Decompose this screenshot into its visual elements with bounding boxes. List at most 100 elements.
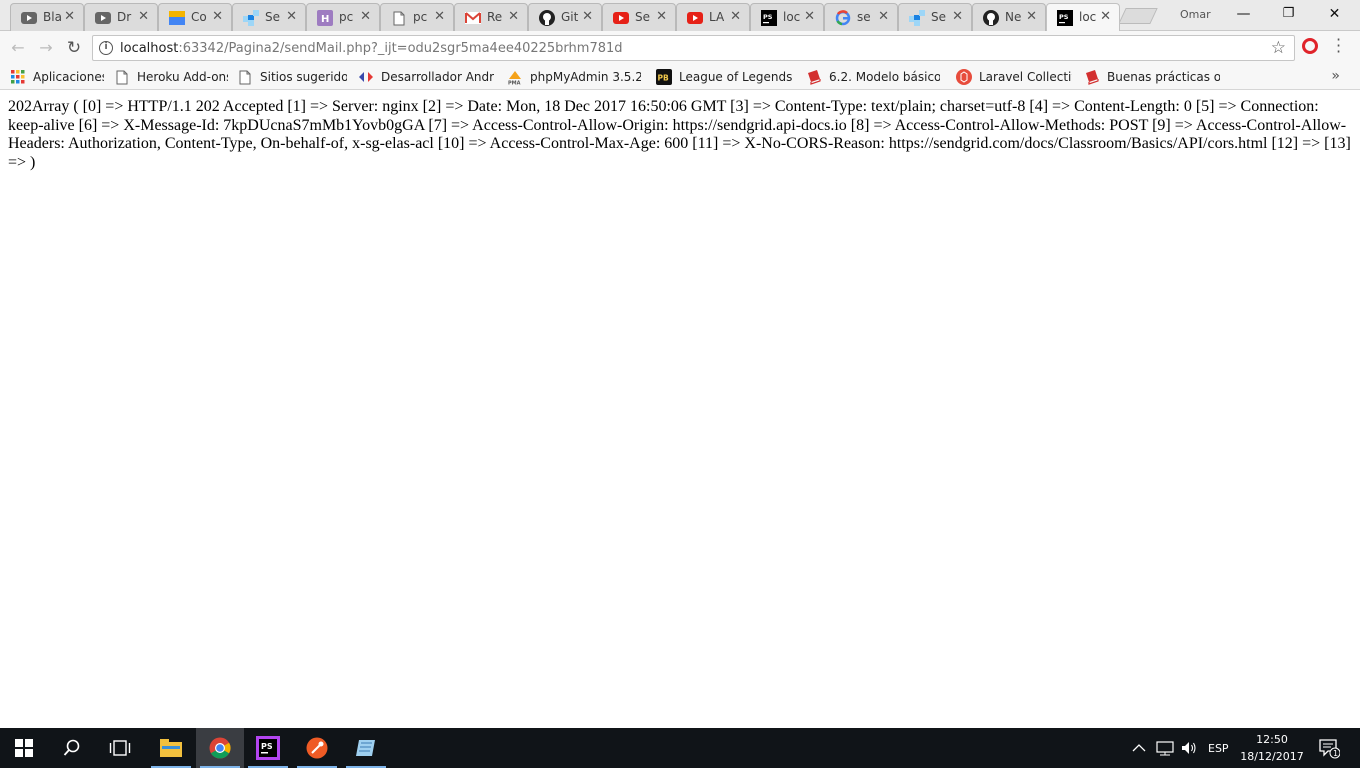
notification-count: 1	[1333, 749, 1338, 758]
action-center-icon[interactable]: 1	[1318, 728, 1340, 768]
youtube-icon	[613, 10, 629, 26]
tab-11[interactable]: se ✕	[824, 3, 898, 31]
phpstorm-icon: PS	[1057, 10, 1073, 26]
info-icon[interactable]: i	[99, 41, 113, 55]
android-dev-icon	[358, 69, 374, 85]
tab-close-icon[interactable]: ✕	[64, 9, 75, 24]
sendgrid-icon	[243, 10, 259, 26]
input-language[interactable]: ESP	[1208, 728, 1229, 768]
tab-12[interactable]: Se ✕	[898, 3, 972, 31]
tab-label: Bla	[43, 10, 62, 24]
tab-14[interactable]: PS loc ✕	[1046, 3, 1120, 31]
tab-9[interactable]: LA ✕	[676, 3, 750, 31]
page-icon	[237, 69, 253, 85]
phpstorm-icon[interactable]: PS	[244, 728, 292, 768]
bookmark-item[interactable]: Laravel Collective	[956, 68, 1072, 86]
tab-4[interactable]: Hpc ✕	[306, 3, 380, 31]
volume-icon[interactable]	[1180, 728, 1198, 768]
tab-close-icon[interactable]: ✕	[508, 9, 519, 24]
tab-close-icon[interactable]: ✕	[286, 9, 297, 24]
tab-1[interactable]: Dr ✕	[84, 3, 158, 31]
tab-close-icon[interactable]: ✕	[138, 9, 149, 24]
chrome-icon[interactable]	[196, 728, 244, 768]
file-explorer-icon[interactable]	[147, 728, 195, 768]
tab-close-icon[interactable]: ✕	[212, 9, 223, 24]
system-clock[interactable]: 12:50 18/12/2017	[1236, 731, 1308, 765]
tab-close-icon[interactable]: ✕	[952, 9, 963, 24]
forward-arrow-icon[interactable]: →	[34, 37, 58, 59]
tab-close-icon[interactable]: ✕	[434, 9, 445, 24]
tab-label: Se	[635, 10, 650, 24]
bookmark-label: 6.2. Modelo básico de	[829, 70, 940, 84]
tab-label: pc	[413, 10, 428, 24]
tab-close-icon[interactable]: ✕	[582, 9, 593, 24]
close-window-button[interactable]: ✕	[1312, 4, 1357, 26]
opera-extension-icon[interactable]	[1302, 38, 1318, 54]
show-hidden-icons-icon[interactable]	[1132, 728, 1146, 768]
phpstorm-icon: PS	[761, 10, 777, 26]
tab-3[interactable]: Se ✕	[232, 3, 306, 31]
svg-text:PS: PS	[763, 13, 773, 21]
back-arrow-icon[interactable]: ←	[6, 37, 30, 59]
tab-5[interactable]: pc ✕	[380, 3, 454, 31]
github-icon	[539, 10, 555, 26]
network-icon[interactable]	[1156, 728, 1174, 768]
bookmark-label: League of Legends C	[679, 70, 792, 84]
tab-close-icon[interactable]: ✕	[1026, 9, 1037, 24]
windows-start-icon[interactable]	[0, 728, 48, 768]
url-path: :63342/Pagina2/sendMail.php?_ijt=odu2sgr…	[178, 41, 623, 56]
bookmark-item[interactable]: 6.2. Modelo básico de	[806, 68, 940, 86]
tab-13[interactable]: Ne ✕	[972, 3, 1046, 31]
bookmark-item[interactable]: Sitios sugeridos	[237, 68, 347, 86]
probuilds-icon: PB	[656, 69, 672, 85]
youtube-icon	[687, 10, 703, 26]
notepad-app-icon[interactable]	[342, 728, 390, 768]
reload-icon[interactable]: ↻	[62, 37, 86, 59]
github-icon	[983, 10, 999, 26]
tab-7[interactable]: Git ✕	[528, 3, 602, 31]
bookmark-label: Sitios sugeridos	[260, 70, 347, 84]
search-icon[interactable]	[48, 728, 96, 768]
page-icon	[391, 10, 407, 26]
bookmark-star-icon[interactable]: ☆	[1271, 38, 1286, 58]
bookmark-label: Desarrollador Android	[381, 70, 494, 84]
tab-close-icon[interactable]: ✕	[656, 9, 667, 24]
svg-text:PB: PB	[658, 74, 669, 83]
tab-label: Se	[265, 10, 280, 24]
task-view-icon[interactable]	[96, 728, 144, 768]
bookmark-item[interactable]: PMA phpMyAdmin 3.5.2.2	[507, 68, 641, 86]
minimize-button[interactable]: —	[1221, 4, 1266, 26]
tab-8[interactable]: Se ✕	[602, 3, 676, 31]
bookmark-item[interactable]: Aplicaciones	[10, 68, 104, 86]
tab-label: loc	[1079, 10, 1097, 24]
bookmark-item[interactable]: Buenas prácticas ofici	[1084, 68, 1220, 86]
tab-6[interactable]: Re ✕	[454, 3, 528, 31]
maximize-button[interactable]: ❐	[1266, 4, 1311, 26]
bookmark-item[interactable]: Desarrollador Android	[358, 68, 494, 86]
profile-name[interactable]: Omar	[1180, 8, 1211, 21]
tab-2[interactable]: Co ✕	[158, 3, 232, 31]
bookmark-label: Aplicaciones	[33, 70, 104, 84]
bookmark-item[interactable]: Heroku Add-ons	[114, 68, 228, 86]
tab-close-icon[interactable]: ✕	[804, 9, 815, 24]
bookmark-item[interactable]: PB League of Legends C	[656, 68, 792, 86]
tab-0[interactable]: Bla ✕	[10, 3, 84, 31]
address-bar[interactable]: i localhost:63342/Pagina2/sendMail.php?_…	[92, 35, 1295, 61]
book-icon	[806, 69, 822, 85]
gmail-icon	[465, 10, 481, 26]
tab-label: Dr	[117, 10, 132, 24]
heroku-icon: H	[317, 10, 333, 26]
bookmarks-overflow-icon[interactable]: »	[1331, 68, 1340, 84]
laravel-icon	[956, 69, 972, 85]
tab-close-icon[interactable]: ✕	[730, 9, 741, 24]
menu-kebab-icon[interactable]: · · ·	[1336, 32, 1341, 60]
tab-10[interactable]: PS loc ✕	[750, 3, 824, 31]
tab-close-icon[interactable]: ✕	[1100, 9, 1111, 24]
tab-label: Co	[191, 10, 207, 24]
tab-close-icon[interactable]: ✕	[878, 9, 889, 24]
postman-icon[interactable]	[293, 728, 341, 768]
svg-text:PMA: PMA	[508, 81, 521, 86]
tab-close-icon[interactable]: ✕	[360, 9, 371, 24]
url-text[interactable]: localhost:63342/Pagina2/sendMail.php?_ij…	[120, 41, 623, 56]
bookmark-label: Laravel Collective	[979, 70, 1072, 84]
